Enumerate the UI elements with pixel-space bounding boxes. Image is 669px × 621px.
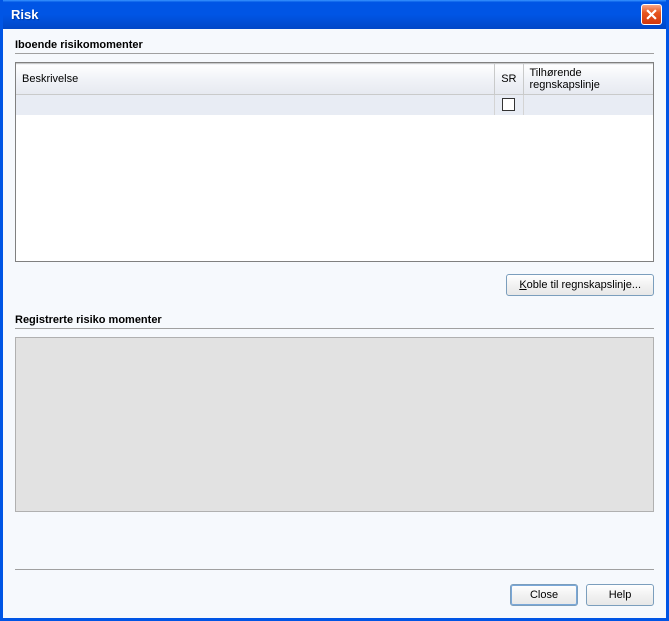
spacer xyxy=(15,512,654,559)
checkbox-sr[interactable] xyxy=(502,98,515,111)
cell-regnskap[interactable] xyxy=(523,95,653,115)
section2-label: Registrerte risiko momenter xyxy=(15,314,654,326)
help-button[interactable]: Help xyxy=(586,584,654,606)
close-button[interactable]: Close xyxy=(510,584,578,606)
titlebar: Risk xyxy=(3,0,666,29)
dialog-window: Risk Iboende risikomomenter Beskrivelse … xyxy=(0,0,669,621)
divider xyxy=(15,328,654,329)
footer-buttons: Close Help xyxy=(15,584,654,606)
cell-sr[interactable] xyxy=(495,95,523,115)
table-row[interactable] xyxy=(16,95,653,115)
risk-table-container: Beskrivelse SR Tilhørende regnskapslinje xyxy=(15,62,654,262)
column-header-beskrivelse[interactable]: Beskrivelse xyxy=(16,64,495,95)
link-regnskapslinje-button[interactable]: Koble til regnskapslinje... xyxy=(506,274,654,296)
risk-table: Beskrivelse SR Tilhørende regnskapslinje xyxy=(16,63,653,115)
window-title: Risk xyxy=(11,7,641,22)
registered-risk-panel xyxy=(15,337,654,512)
section1-button-row: Koble til regnskapslinje... xyxy=(15,274,654,296)
close-icon[interactable] xyxy=(641,4,662,25)
dialog-content: Iboende risikomomenter Beskrivelse SR Ti… xyxy=(3,29,666,618)
cell-beskrivelse[interactable] xyxy=(16,95,495,115)
column-header-sr[interactable]: SR xyxy=(495,64,523,95)
divider xyxy=(15,53,654,54)
section1-label: Iboende risikomomenter xyxy=(15,39,654,51)
column-header-regnskap[interactable]: Tilhørende regnskapslinje xyxy=(523,64,653,95)
footer-divider xyxy=(15,569,654,570)
